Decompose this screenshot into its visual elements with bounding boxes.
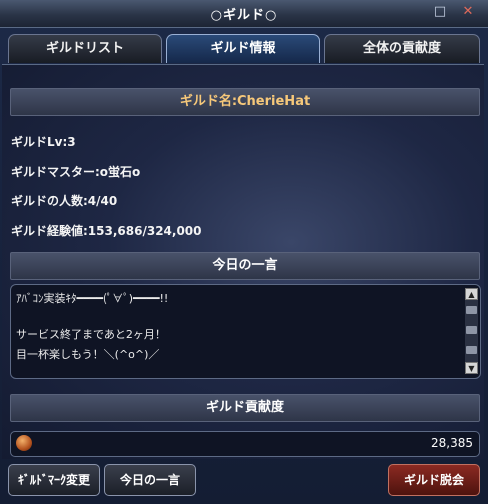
minimize-icon[interactable]: □ — [433, 5, 447, 19]
guild-experience: ギルド経験値:153,686/324,000 — [11, 224, 202, 238]
scroll-thumb[interactable] — [466, 306, 477, 314]
title-bar[interactable]: ○ギルド○ □ ✕ — [0, 0, 488, 28]
guild-info-panel: ギルド名:CherieHat ギルドLv:3 ギルドマスター:o蛍石o ギルドの… — [2, 64, 484, 459]
guild-level: ギルドLv:3 — [11, 135, 76, 149]
scroll-thumb — [466, 346, 477, 354]
message-scrollbar[interactable]: ▲ ▼ — [465, 288, 478, 374]
scroll-thumb — [466, 326, 477, 334]
guild-contribution-header: ギルド貢献度 — [10, 394, 480, 422]
daily-message-box[interactable]: ｱﾊﾞｺﾝ実装ｷﾀ━━━━(ﾟ∀ﾟ)━━━━!! サービス終了まであと2ヶ月！ … — [10, 284, 481, 379]
leave-guild-button[interactable]: ギルド脱会 — [388, 464, 480, 496]
guild-contribution-row: 28,385 — [10, 431, 480, 457]
contribution-medal-icon — [16, 435, 32, 451]
guild-name-header: ギルド名:CherieHat — [10, 88, 480, 116]
message-line: ｱﾊﾞｺﾝ実装ｷﾀ━━━━(ﾟ∀ﾟ)━━━━!! — [16, 292, 169, 305]
daily-message-header: 今日の一言 — [10, 252, 480, 280]
guild-master: ギルドマスター:o蛍石o — [11, 165, 141, 179]
tab-guild-info[interactable]: ギルド情報 — [166, 34, 320, 63]
guild-mark-change-button[interactable]: ｷﾞﾙﾄﾞﾏｰｸ変更 — [8, 464, 100, 496]
message-line: サービス終了まであと2ヶ月！ — [16, 328, 166, 341]
message-line: 目一杯楽しもう！＼(^o^)／ — [16, 348, 160, 361]
tab-total-contribution[interactable]: 全体の貢献度 — [324, 34, 480, 63]
guild-member-count: ギルドの人数:4/40 — [11, 194, 118, 208]
close-icon[interactable]: ✕ — [461, 5, 475, 19]
guild-window: ○ギルド○ □ ✕ ギルドリスト ギルド情報 全体の貢献度 ギルド名:Cheri… — [0, 0, 488, 504]
guild-contribution-value: 28,385 — [431, 436, 473, 450]
scroll-down-icon[interactable]: ▼ — [465, 362, 478, 374]
window-title: ○ギルド○ — [210, 8, 278, 23]
scroll-up-icon[interactable]: ▲ — [465, 288, 478, 300]
tab-strip: ギルドリスト ギルド情報 全体の貢献度 — [0, 34, 488, 64]
tab-guild-list[interactable]: ギルドリスト — [8, 34, 162, 63]
scroll-track[interactable] — [465, 300, 478, 362]
daily-message-button[interactable]: 今日の一言 — [104, 464, 196, 496]
